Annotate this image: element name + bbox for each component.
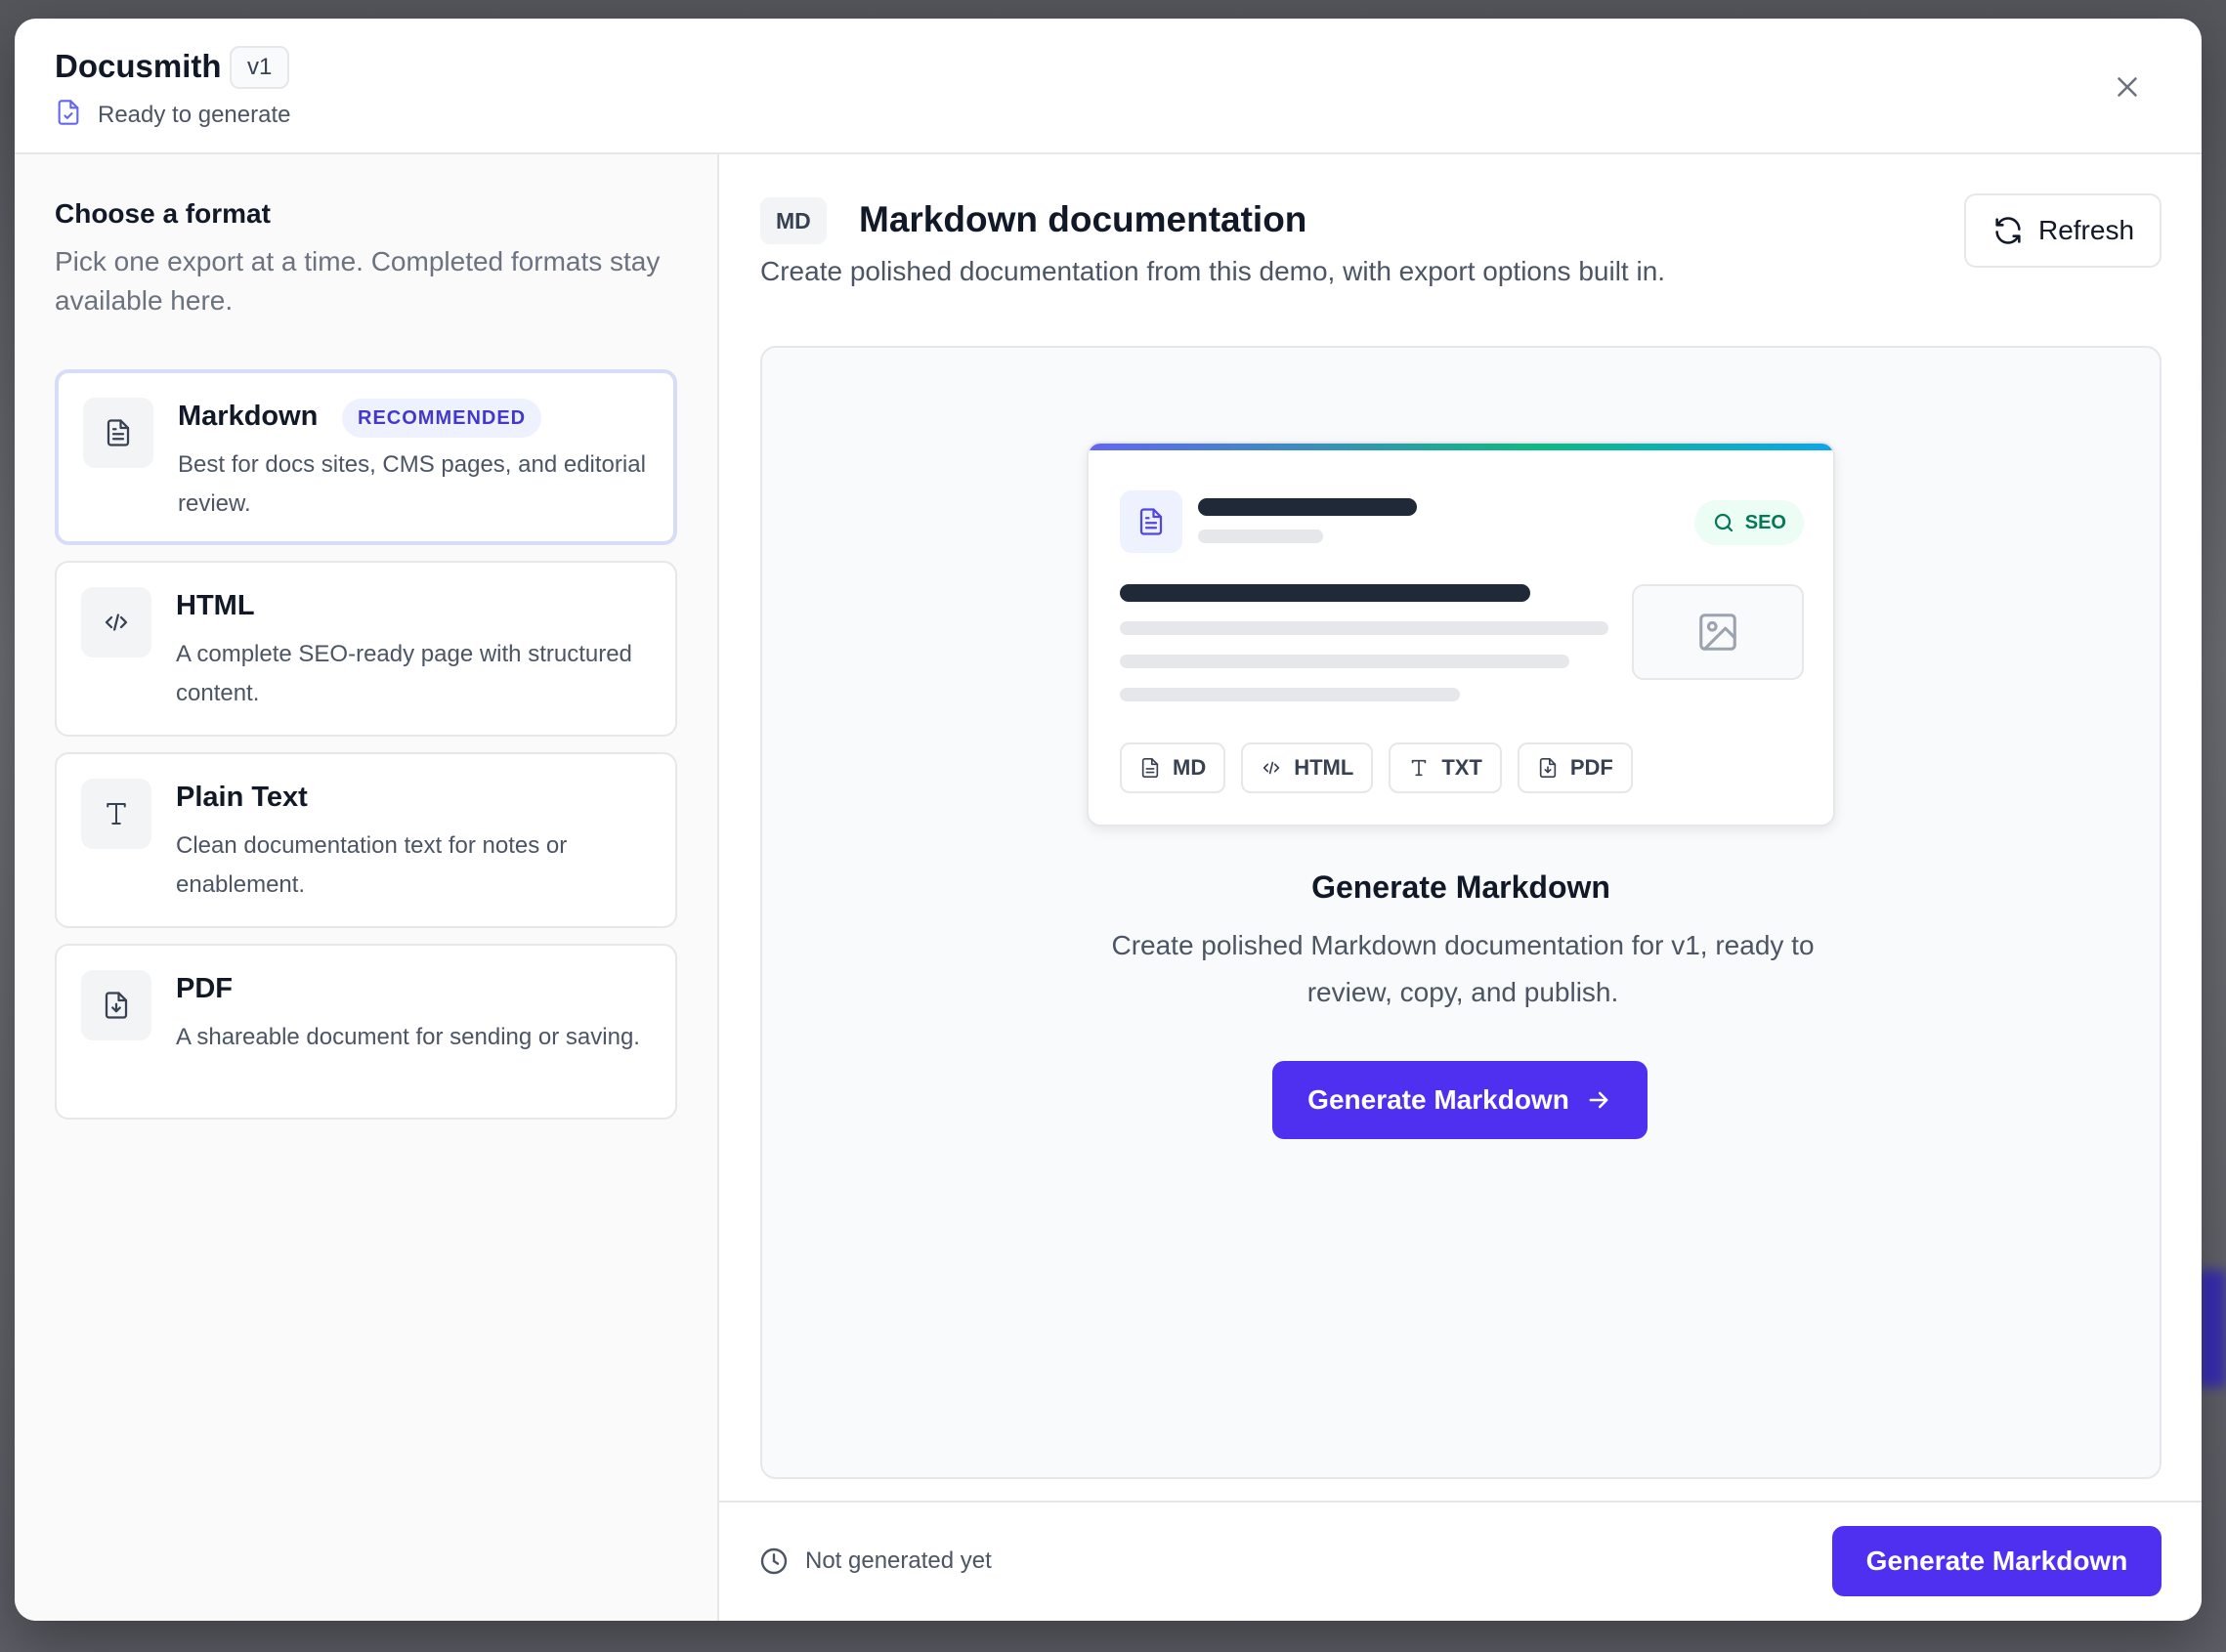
placeholder-subtitle-line	[1198, 529, 1323, 543]
sidebar-title: Choose a format	[55, 198, 271, 229]
arrow-right-icon	[1589, 1091, 1608, 1109]
format-tag: MD	[760, 197, 827, 244]
file-text-icon	[83, 398, 153, 468]
status-row: Ready to generate	[55, 99, 290, 131]
search-icon	[1714, 513, 1733, 532]
refresh-label: Refresh	[2037, 215, 2135, 245]
main-title: Markdown documentation	[859, 199, 1307, 239]
chip-html: HTML	[1241, 742, 1374, 793]
format-card-markdown[interactable]: Markdown RECOMMENDED Best for docs sites…	[55, 369, 677, 545]
type-icon	[81, 779, 151, 849]
generate-description: Create polished Markdown documentation f…	[1111, 930, 1815, 1007]
placeholder-text-line	[1120, 655, 1569, 668]
app-title: Docusmith	[55, 48, 222, 84]
close-button[interactable]	[2108, 67, 2147, 106]
format-description: A shareable document for sending or savi…	[176, 1024, 640, 1050]
refresh-icon	[1995, 217, 2021, 244]
format-name: Markdown	[178, 401, 319, 432]
document-preview-card: SEO MD HTML TXT PDF	[1087, 442, 1835, 826]
modal-header: Docusmith v1 Ready to generate	[15, 19, 2202, 154]
chip-md: MD	[1120, 742, 1226, 793]
chip-pdf: PDF	[1517, 742, 1633, 793]
image-placeholder	[1632, 584, 1804, 680]
generate-title: Generate Markdown	[1311, 869, 1610, 905]
placeholder-text-line	[1120, 688, 1460, 701]
generation-status: Not generated yet	[758, 1546, 992, 1577]
placeholder-text-line	[1120, 621, 1608, 635]
close-icon	[2118, 77, 2137, 97]
preview-canvas: SEO MD HTML TXT PDF Generate Markdown Cr…	[760, 346, 2162, 1479]
version-badge: v1	[230, 46, 290, 89]
generation-status-text: Not generated yet	[805, 1547, 992, 1574]
main-description: Create polished documentation from this …	[760, 256, 1666, 286]
code-icon	[81, 587, 151, 657]
type-icon	[1412, 759, 1427, 777]
file-text-icon	[1120, 490, 1182, 553]
export-modal: Docusmith v1 Ready to generate Choose a …	[15, 19, 2202, 1621]
sidebar-description: Pick one export at a time. Completed for…	[55, 246, 661, 316]
footer-generate-button[interactable]: Generate Markdown	[1832, 1526, 2162, 1596]
format-description: Best for docs sites, CMS pages, and edit…	[178, 451, 646, 517]
format-chip-row: MD HTML TXT PDF	[1120, 742, 1633, 793]
format-name: PDF	[176, 973, 233, 1004]
format-name: Plain Text	[176, 782, 308, 813]
generate-button-label: Generate Markdown	[1307, 1084, 1569, 1115]
format-card-html[interactable]: HTML A complete SEO-ready page with stru…	[55, 561, 677, 737]
preview-accent-bar	[1089, 444, 1833, 450]
file-download-icon	[81, 970, 151, 1040]
main-panel: MD Markdown documentation Create polishe…	[719, 154, 2202, 1621]
seo-label: SEO	[1744, 511, 1786, 533]
chip-label: HTML	[1294, 755, 1354, 780]
status-text: Ready to generate	[98, 101, 291, 128]
clock-icon	[760, 1547, 788, 1575]
image-icon	[1699, 614, 1736, 651]
seo-badge: SEO	[1693, 500, 1804, 545]
file-check-icon	[55, 99, 82, 131]
generate-markdown-button[interactable]: Generate Markdown	[1272, 1061, 1648, 1139]
format-card-plain-text[interactable]: Plain Text Clean documentation text for …	[55, 752, 677, 928]
placeholder-title-line	[1198, 498, 1417, 516]
format-description: Clean documentation text for notes or en…	[176, 832, 568, 898]
recommended-badge: RECOMMENDED	[342, 399, 542, 438]
format-card-pdf[interactable]: PDF A shareable document for sending or …	[55, 944, 677, 1120]
file-download-icon	[1539, 758, 1557, 778]
refresh-button[interactable]: Refresh	[1964, 193, 2162, 268]
placeholder-heading-line	[1120, 584, 1530, 602]
chip-label: TXT	[1441, 755, 1482, 780]
chip-label: PDF	[1569, 755, 1613, 780]
code-icon	[1263, 761, 1280, 775]
format-description: A complete SEO-ready page with structure…	[176, 641, 632, 706]
modal-footer: Not generated yet Generate Markdown	[719, 1501, 2202, 1621]
file-text-icon	[1141, 758, 1159, 778]
chip-label: MD	[1173, 755, 1207, 780]
chip-txt: TXT	[1389, 742, 1502, 793]
format-name: HTML	[176, 590, 255, 621]
format-sidebar: Choose a format Pick one export at a tim…	[15, 154, 719, 1621]
